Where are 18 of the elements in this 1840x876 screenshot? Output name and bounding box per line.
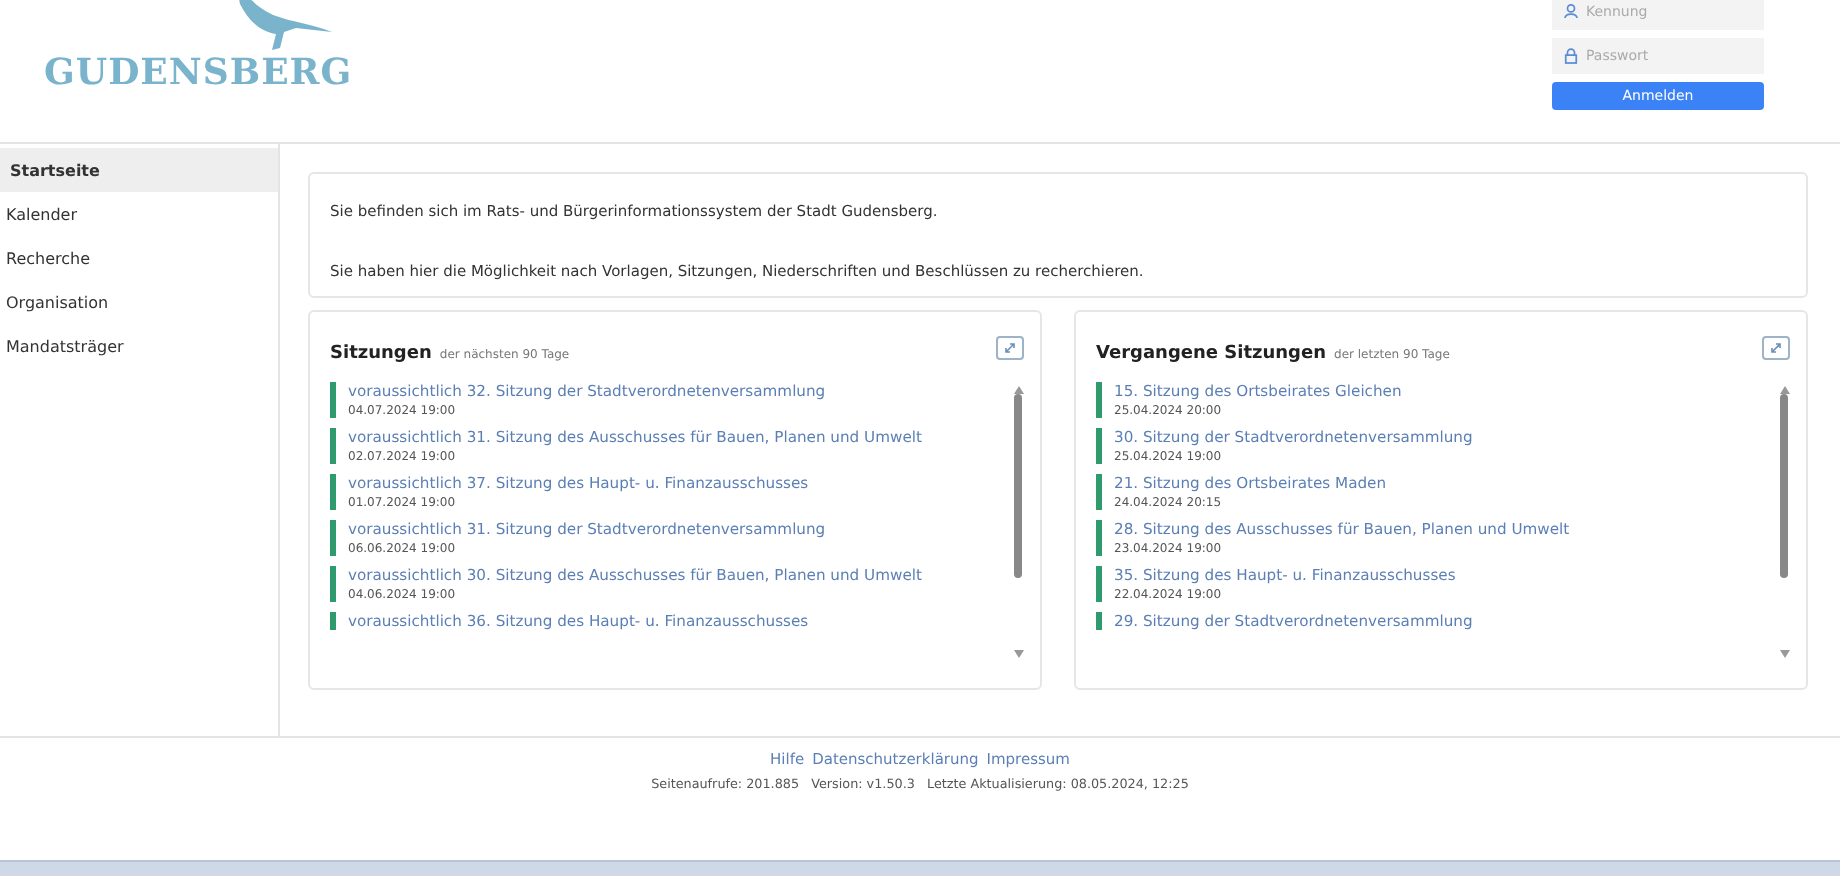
- expand-icon: [1004, 341, 1016, 353]
- nav-item[interactable]: Mandatsträger: [0, 324, 278, 368]
- user-icon: [1564, 4, 1578, 18]
- expand-icon: [1770, 341, 1782, 353]
- panel-title: Sitzungen: [330, 344, 432, 364]
- nav-item[interactable]: Organisation: [0, 280, 278, 324]
- nav-item[interactable]: Startseite: [0, 148, 278, 192]
- scroll-down-icon[interactable]: [1013, 650, 1023, 658]
- logo-text: GUDENSBERG: [44, 52, 353, 94]
- scroll-down-icon[interactable]: [1779, 650, 1789, 658]
- scrollbar-thumb[interactable]: [1014, 394, 1022, 578]
- expand-button[interactable]: [996, 335, 1024, 359]
- lock-icon: [1564, 48, 1578, 64]
- panel-title: Vergangene Sitzungen: [1096, 344, 1327, 364]
- expand-button[interactable]: [1762, 335, 1790, 359]
- scrollbar-thumb[interactable]: [1780, 394, 1788, 578]
- nav-item[interactable]: Recherche: [0, 236, 278, 280]
- nav-item[interactable]: Kalender: [0, 192, 278, 236]
